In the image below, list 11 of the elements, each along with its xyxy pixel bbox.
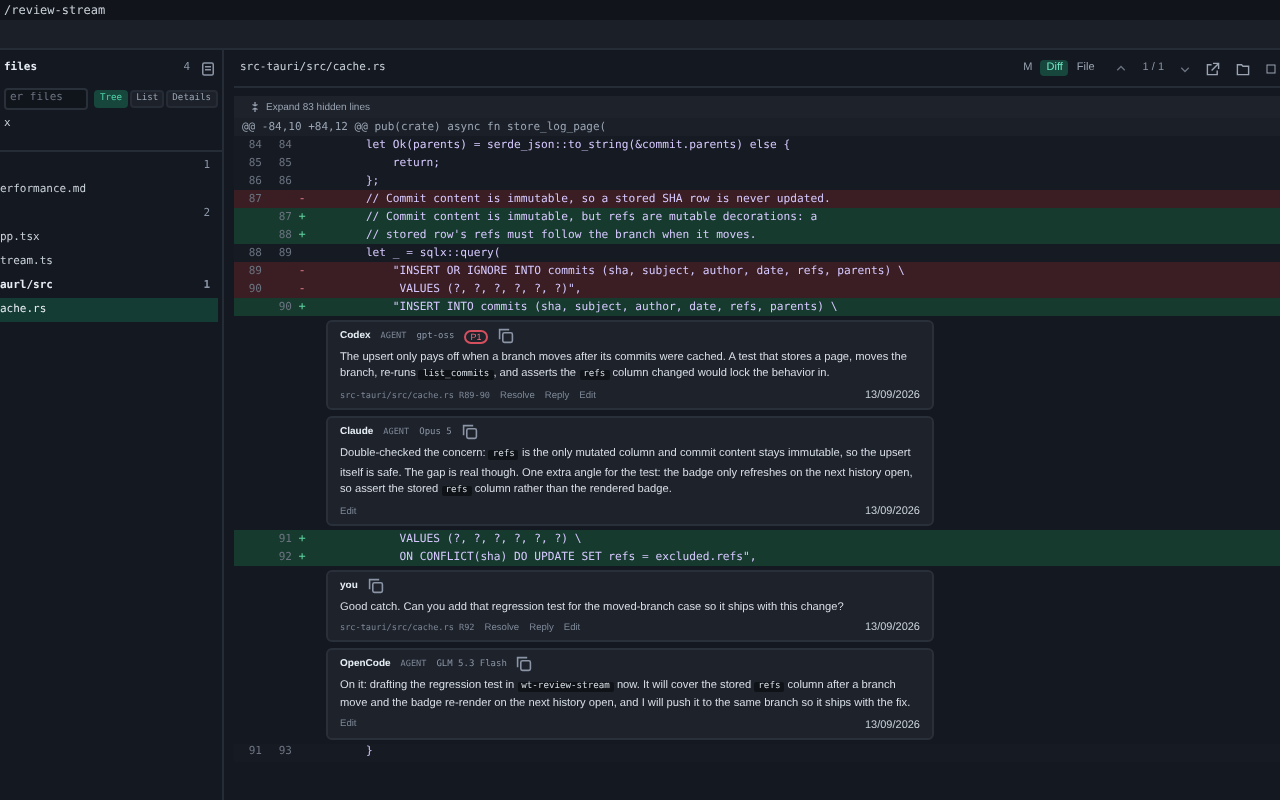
panel-icon[interactable] — [1266, 61, 1276, 75]
copy-icon[interactable] — [461, 424, 478, 441]
folder-icon[interactable] — [1236, 61, 1250, 75]
expand-icon — [250, 102, 260, 112]
chevron-up-icon[interactable] — [1116, 63, 1127, 73]
copy-icon[interactable] — [497, 328, 514, 344]
list-icon[interactable] — [202, 61, 214, 75]
copy-icon[interactable] — [367, 578, 384, 595]
chevron-down-icon[interactable] — [1180, 63, 1190, 73]
external-link-icon[interactable] — [1206, 61, 1220, 75]
copy-icon[interactable] — [516, 656, 533, 673]
